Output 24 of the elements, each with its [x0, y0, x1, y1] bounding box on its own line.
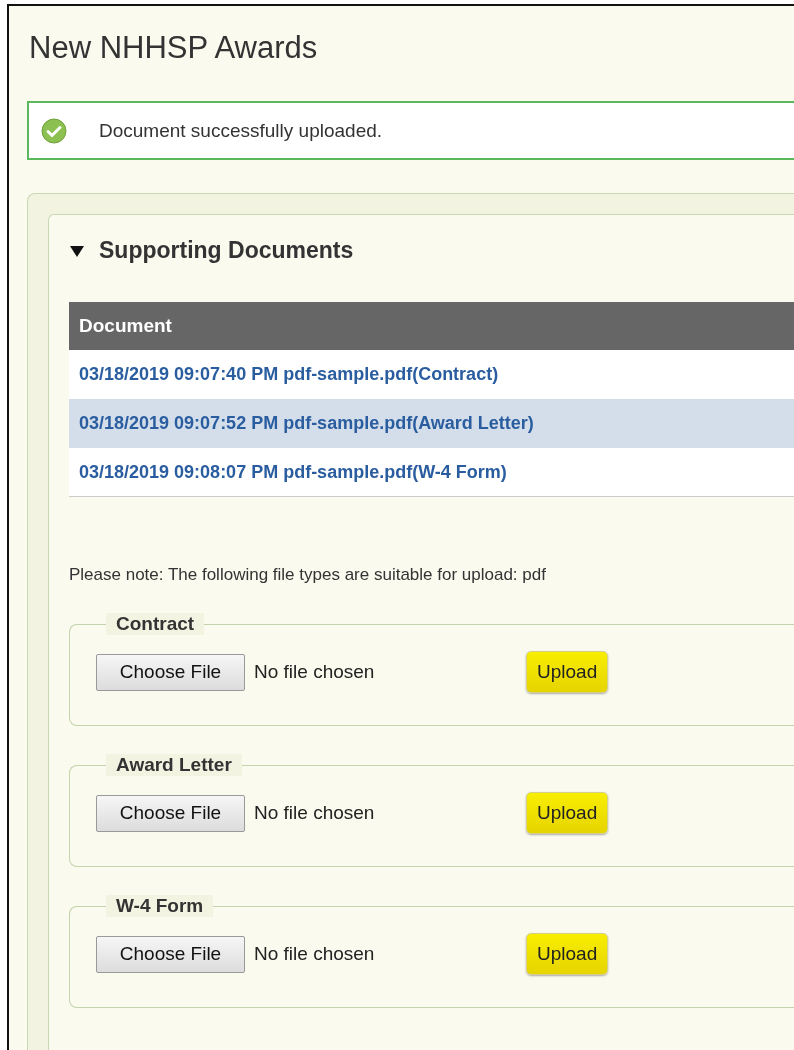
table-row[interactable]: 03/18/2019 09:08:07 PM pdf-sample.pdf(W-4 Form) [69, 448, 794, 497]
choose-file-button[interactable]: Choose File [96, 935, 245, 973]
document-link[interactable]: 03/18/2019 09:08:07 PM pdf-sample.pdf(W-4 Form) [79, 461, 507, 483]
choose-file-button[interactable]: Choose File [96, 794, 245, 832]
upload-button[interactable]: Upload [526, 651, 609, 693]
file-status: No file chosen [254, 943, 376, 965]
file-status: No file chosen [254, 661, 376, 683]
upload-group-legend: Contract [106, 613, 205, 635]
upload-group-legend: Award Letter [106, 754, 242, 776]
upload-button[interactable]: Upload [526, 933, 609, 975]
table-row[interactable]: 03/18/2019 09:07:40 PM pdf-sample.pdf(Contract) [69, 350, 794, 399]
table-row[interactable]: 03/18/2019 09:07:52 PM pdf-sample.pdf(Award Letter) [69, 399, 794, 448]
alert-message: Document successfully uploaded. [99, 119, 383, 142]
document-link[interactable]: 03/18/2019 09:07:52 PM pdf-sample.pdf(Award Letter) [79, 412, 534, 434]
file-type-note: Please note: The following file types are suitable for upload: pdf [69, 565, 547, 585]
section-title: Supporting Documents [99, 237, 354, 264]
choose-file-button[interactable]: Choose File [96, 653, 245, 691]
document-link[interactable]: 03/18/2019 09:07:40 PM pdf-sample.pdf(Contract) [79, 363, 499, 385]
upload-group-legend: W-4 Form [106, 895, 214, 917]
upload-button[interactable]: Upload [526, 792, 609, 834]
page-title: New NHHSP Awards [29, 29, 319, 67]
file-status: No file chosen [254, 802, 376, 824]
column-header: Document [69, 302, 794, 350]
success-check-icon [41, 117, 67, 144]
